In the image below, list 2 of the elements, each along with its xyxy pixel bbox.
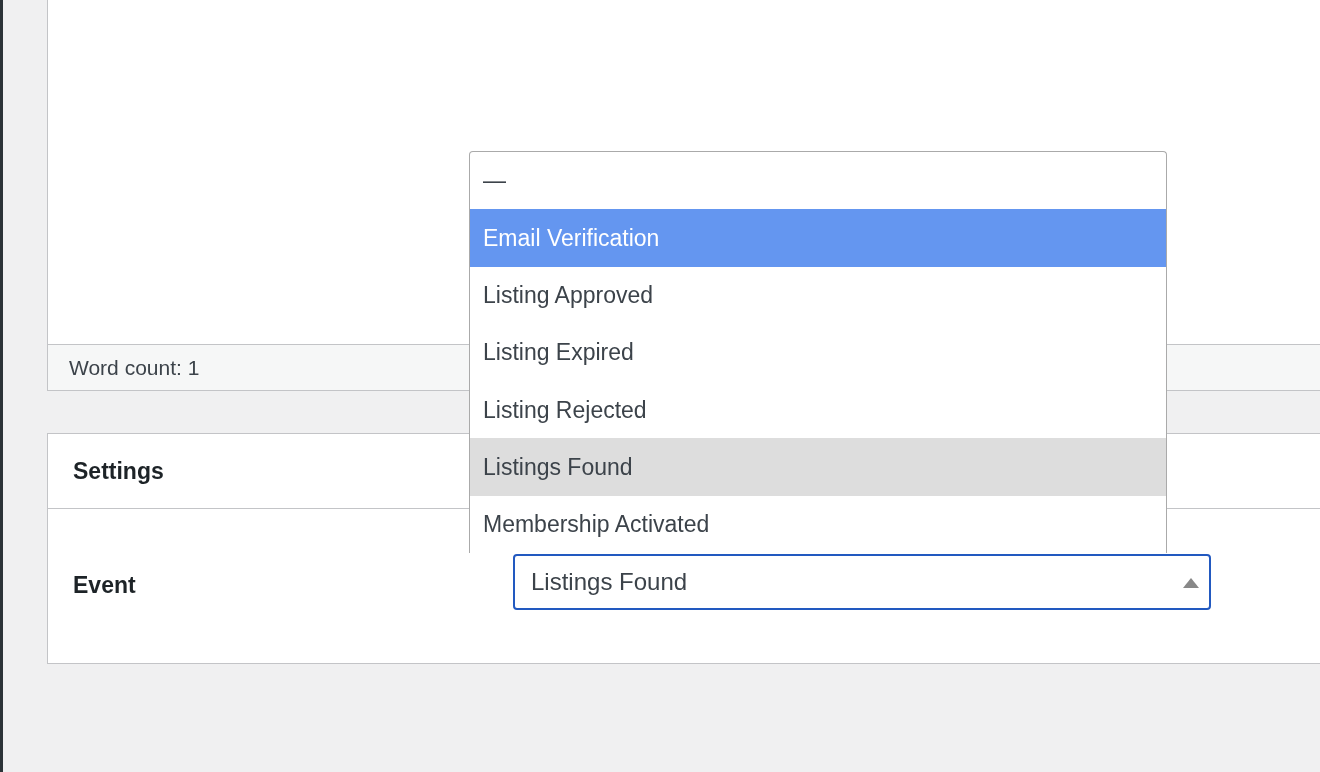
- field-label: Event: [72, 571, 137, 600]
- select-value: Listings Found: [531, 567, 688, 597]
